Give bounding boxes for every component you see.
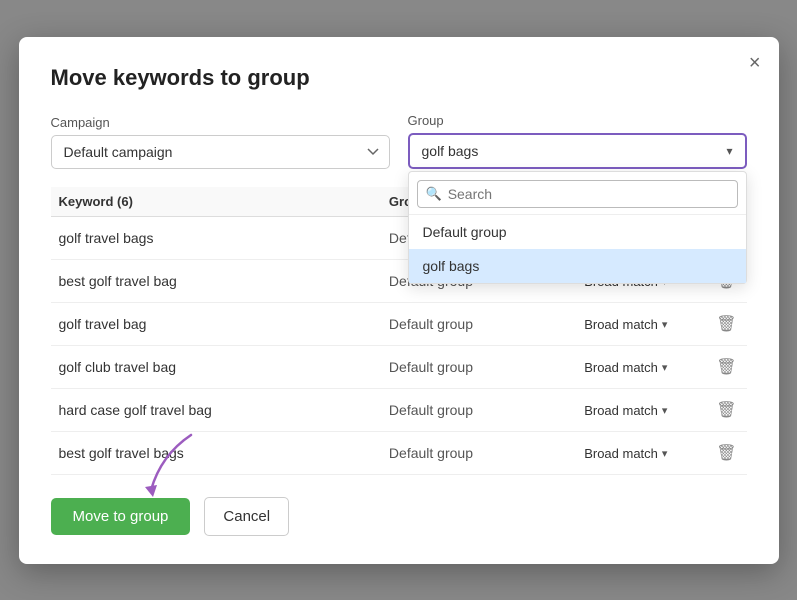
- group-select-trigger[interactable]: golf bags ▾: [408, 133, 747, 169]
- delete-cell: 🗑: [706, 345, 746, 388]
- group-cell: Default group: [381, 388, 576, 431]
- group-selector-group: Group golf bags ▾ 🔍 Default group golf b…: [408, 113, 747, 169]
- modal-dialog: × Move keywords to group Campaign Defaul…: [19, 37, 779, 564]
- dropdown-option-default[interactable]: Default group: [409, 215, 746, 249]
- group-label: Group: [408, 113, 747, 128]
- delete-button[interactable]: 🗑: [714, 398, 738, 422]
- campaign-label: Campaign: [51, 115, 390, 130]
- keyword-cell: golf club travel bag: [51, 345, 381, 388]
- group-cell: Default group: [381, 345, 576, 388]
- delete-button[interactable]: 🗑: [714, 355, 738, 379]
- keyword-cell: golf travel bags: [51, 216, 381, 259]
- keyword-cell: best golf travel bag: [51, 259, 381, 302]
- table-row: best golf travel bags Default group Broa…: [51, 431, 747, 474]
- search-icon: 🔍: [426, 186, 442, 202]
- match-value: Broad match: [584, 446, 658, 461]
- group-cell: Default group: [381, 302, 576, 345]
- campaign-selector-group: Campaign Default campaign: [51, 115, 390, 169]
- match-cell[interactable]: Broad match ▾: [576, 302, 706, 345]
- match-value: Broad match: [584, 317, 658, 332]
- chevron-down-icon: ▾: [662, 447, 668, 460]
- dropdown-option-golf-bags[interactable]: golf bags: [409, 249, 746, 283]
- modal-title: Move keywords to group: [51, 65, 747, 91]
- keyword-cell: best golf travel bags: [51, 431, 381, 474]
- table-row: golf club travel bag Default group Broad…: [51, 345, 747, 388]
- col-keyword-header: Keyword (6): [51, 187, 381, 217]
- chevron-down-icon: ▾: [662, 404, 668, 417]
- table-row: golf travel bag Default group Broad matc…: [51, 302, 747, 345]
- delete-cell: 🗑: [706, 302, 746, 345]
- dropdown-search-row: 🔍: [409, 172, 746, 215]
- keyword-cell: hard case golf travel bag: [51, 388, 381, 431]
- footer-row: Move to group Cancel: [51, 497, 747, 536]
- search-input-wrap: 🔍: [417, 180, 738, 208]
- match-dropdown[interactable]: Broad match ▾: [584, 317, 667, 332]
- selectors-row: Campaign Default campaign Group golf bag…: [51, 113, 747, 169]
- match-cell[interactable]: Broad match ▾: [576, 431, 706, 474]
- match-dropdown[interactable]: Broad match ▾: [584, 403, 667, 418]
- match-value: Broad match: [584, 403, 658, 418]
- match-dropdown[interactable]: Broad match ▾: [584, 360, 667, 375]
- delete-button[interactable]: 🗑: [714, 441, 738, 465]
- cancel-button[interactable]: Cancel: [204, 497, 289, 536]
- campaign-select[interactable]: Default campaign: [51, 135, 390, 169]
- group-cell: Default group: [381, 431, 576, 474]
- delete-cell: 🗑: [706, 388, 746, 431]
- chevron-down-icon: ▾: [662, 318, 668, 331]
- delete-cell: 🗑: [706, 431, 746, 474]
- chevron-down-icon: ▾: [662, 361, 668, 374]
- close-button[interactable]: ×: [749, 53, 761, 73]
- group-dropdown-panel: 🔍 Default group golf bags: [408, 171, 747, 284]
- group-selected-value: golf bags: [422, 143, 479, 159]
- keyword-cell: golf travel bag: [51, 302, 381, 345]
- match-cell[interactable]: Broad match ▾: [576, 388, 706, 431]
- match-value: Broad match: [584, 360, 658, 375]
- delete-button[interactable]: 🗑: [714, 312, 738, 336]
- move-to-group-button[interactable]: Move to group: [51, 498, 191, 535]
- match-dropdown[interactable]: Broad match ▾: [584, 446, 667, 461]
- chevron-down-icon: ▾: [726, 144, 732, 158]
- match-cell[interactable]: Broad match ▾: [576, 345, 706, 388]
- search-input[interactable]: [448, 186, 729, 202]
- table-row: hard case golf travel bag Default group …: [51, 388, 747, 431]
